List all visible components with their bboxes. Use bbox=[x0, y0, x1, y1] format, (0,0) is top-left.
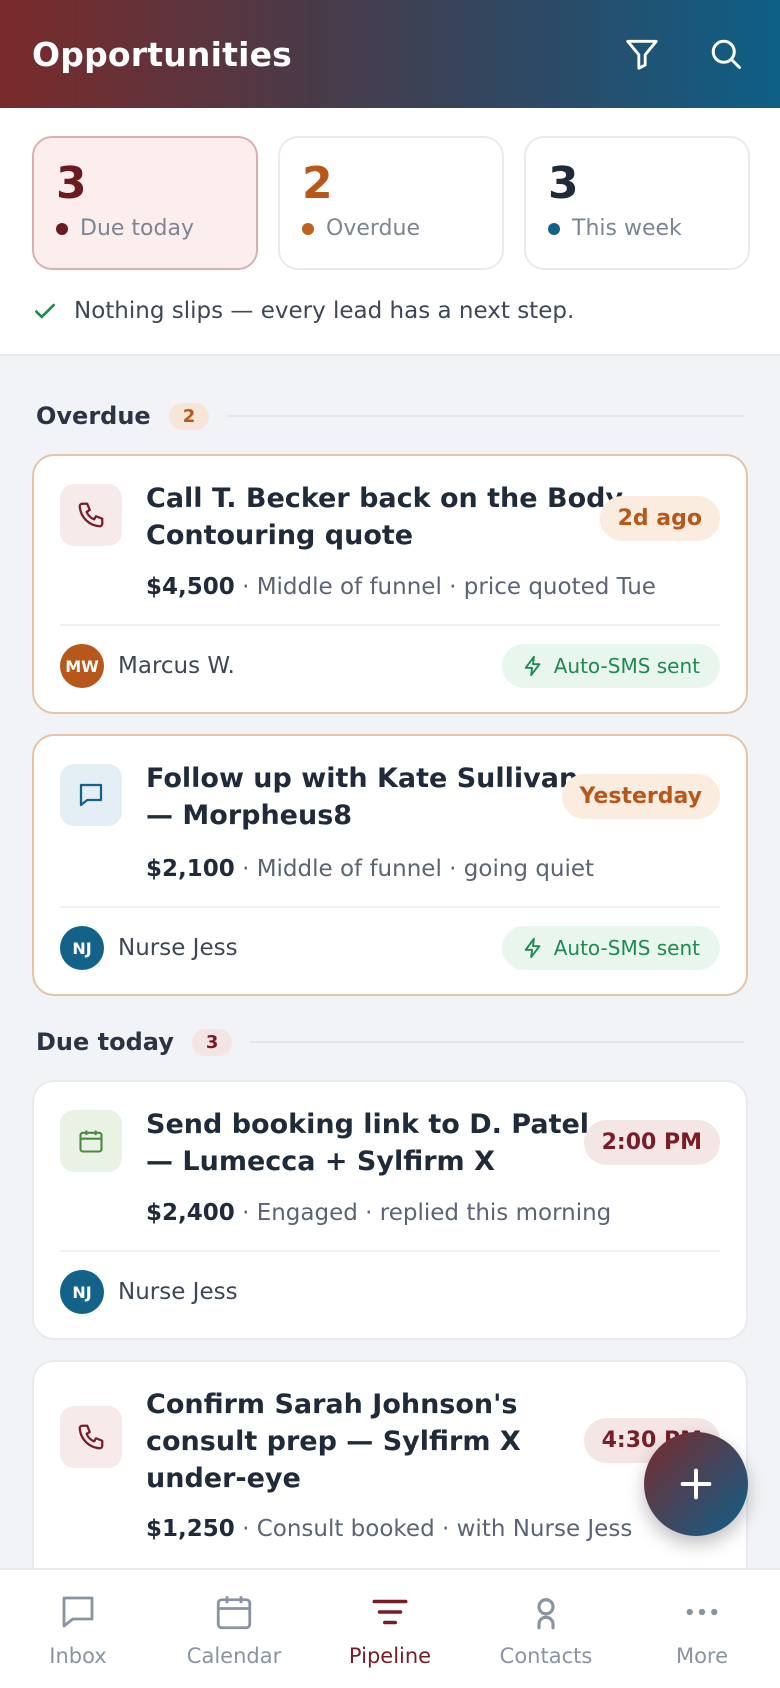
app-header: Opportunities bbox=[0, 0, 780, 108]
stat-value: 2 bbox=[302, 158, 333, 209]
deal-meta: · Middle of funnel · price quoted Tue bbox=[234, 574, 656, 600]
contacts-icon bbox=[524, 1590, 568, 1634]
stat-due-today[interactable]: 3 Due today bbox=[32, 136, 258, 270]
stat-label: Due today bbox=[80, 216, 194, 241]
due-badge: 2:00 PM bbox=[583, 1120, 720, 1165]
deal-amount: $2,100 bbox=[146, 856, 235, 882]
tagline-text: Nothing slips — every lead has a next st… bbox=[74, 298, 575, 324]
deal-meta: · Middle of funnel · going quiet bbox=[234, 856, 595, 882]
deal-meta: · Engaged · replied this morning bbox=[234, 1200, 612, 1226]
bottom-nav: Inbox Calendar Pipeline Contacts More bbox=[0, 1568, 780, 1688]
nav-label: More bbox=[675, 1644, 729, 1668]
card-title: Follow up with Kate Sullivan bbox=[146, 763, 579, 794]
status-dot bbox=[548, 222, 560, 235]
nav-label: Pipeline bbox=[348, 1644, 432, 1668]
due-badge: 2d ago bbox=[599, 496, 720, 541]
auto-sms-badge: Auto-SMS sent bbox=[501, 926, 720, 970]
search-icon[interactable] bbox=[704, 32, 748, 76]
lightning-icon bbox=[524, 937, 541, 959]
plus-icon bbox=[680, 1468, 712, 1500]
stat-this-week[interactable]: 3 This week bbox=[524, 136, 750, 270]
auto-sms-label: Auto-SMS sent bbox=[553, 936, 700, 960]
tagline: Nothing slips — every lead has a next st… bbox=[32, 298, 574, 324]
section-divider bbox=[250, 1041, 744, 1043]
filter-icon[interactable] bbox=[620, 32, 664, 76]
stat-overdue[interactable]: 2 Overdue bbox=[278, 136, 504, 270]
section-title: Overdue bbox=[36, 402, 151, 430]
add-opportunity-button[interactable] bbox=[644, 1432, 748, 1536]
phone-icon bbox=[60, 484, 122, 546]
deal-amount: $2,400 bbox=[146, 1200, 235, 1226]
card-title: — Morpheus8 bbox=[146, 800, 353, 831]
section-count-badge: 3 bbox=[191, 1028, 233, 1056]
card-title: Send booking link to D. Patel bbox=[146, 1109, 590, 1140]
section-header-overdue: Overdue 2 bbox=[36, 402, 744, 430]
auto-sms-label: Auto-SMS sent bbox=[553, 654, 700, 678]
lightning-icon bbox=[524, 655, 541, 677]
avatar: MW bbox=[60, 644, 104, 688]
stat-value: 3 bbox=[56, 158, 87, 209]
calendar-icon bbox=[60, 1110, 122, 1172]
opportunity-card[interactable]: Call T. Becker back on the Body Contouri… bbox=[32, 454, 748, 714]
nav-label: Calendar bbox=[186, 1644, 282, 1668]
opportunity-card[interactable]: Follow up with Kate Sullivan — Morpheus8… bbox=[32, 734, 748, 996]
card-title: Contouring quote bbox=[146, 520, 414, 551]
owner-name: Nurse Jess bbox=[118, 935, 238, 961]
card-title: under-eye bbox=[146, 1463, 301, 1494]
due-badge: Yesterday bbox=[561, 774, 720, 819]
avatar: NJ bbox=[60, 1270, 104, 1314]
owner-name: Nurse Jess bbox=[118, 1279, 238, 1305]
nav-item-more[interactable]: More bbox=[624, 1570, 780, 1688]
deal-amount: $4,500 bbox=[146, 574, 235, 600]
stat-label: Overdue bbox=[326, 216, 420, 241]
auto-sms-badge: Auto-SMS sent bbox=[501, 644, 720, 688]
more-icon bbox=[680, 1590, 724, 1634]
deal-amount: $1,250 bbox=[146, 1516, 235, 1542]
card-title: Confirm Sarah Johnson's bbox=[146, 1389, 518, 1420]
pipeline-icon bbox=[368, 1590, 412, 1634]
status-dot bbox=[302, 222, 314, 235]
calendar-icon bbox=[212, 1590, 256, 1634]
opportunity-card[interactable]: Send booking link to D. Patel — Lumecca … bbox=[32, 1080, 748, 1340]
owner-name: Marcus W. bbox=[118, 653, 235, 679]
section-title: Due today bbox=[36, 1028, 174, 1056]
check-icon bbox=[35, 303, 55, 319]
section-divider bbox=[227, 415, 744, 417]
nav-item-inbox[interactable]: Inbox bbox=[0, 1570, 156, 1688]
card-divider bbox=[60, 906, 720, 908]
nav-label: Contacts bbox=[499, 1644, 593, 1668]
card-title: Call T. Becker back on the Body bbox=[146, 483, 624, 514]
inbox-icon bbox=[56, 1590, 100, 1634]
deal-meta: · Consult booked · with Nurse Jess bbox=[234, 1516, 633, 1542]
card-divider bbox=[60, 1250, 720, 1252]
nav-item-calendar[interactable]: Calendar bbox=[156, 1570, 312, 1688]
page-title: Opportunities bbox=[32, 34, 293, 74]
section-count-badge: 2 bbox=[168, 402, 210, 430]
section-header-due-today: Due today 3 bbox=[36, 1028, 744, 1056]
card-divider bbox=[60, 624, 720, 626]
phone-icon bbox=[60, 1406, 122, 1468]
nav-item-contacts[interactable]: Contacts bbox=[468, 1570, 624, 1688]
status-dot bbox=[56, 222, 68, 235]
summary-panel: 3 Due today 2 Overdue 3 This week Nothin… bbox=[0, 108, 780, 356]
card-title: — Lumecca + Sylfirm X bbox=[146, 1146, 495, 1177]
avatar: NJ bbox=[60, 926, 104, 970]
card-title: consult prep — Sylfirm X bbox=[146, 1426, 521, 1457]
nav-label: Inbox bbox=[49, 1644, 107, 1668]
stat-value: 3 bbox=[548, 158, 579, 209]
opportunity-card[interactable]: Confirm Sarah Johnson's consult prep — S… bbox=[32, 1360, 748, 1590]
message-icon bbox=[60, 764, 122, 826]
stat-label: This week bbox=[572, 216, 682, 241]
nav-item-pipeline[interactable]: Pipeline bbox=[312, 1570, 468, 1688]
